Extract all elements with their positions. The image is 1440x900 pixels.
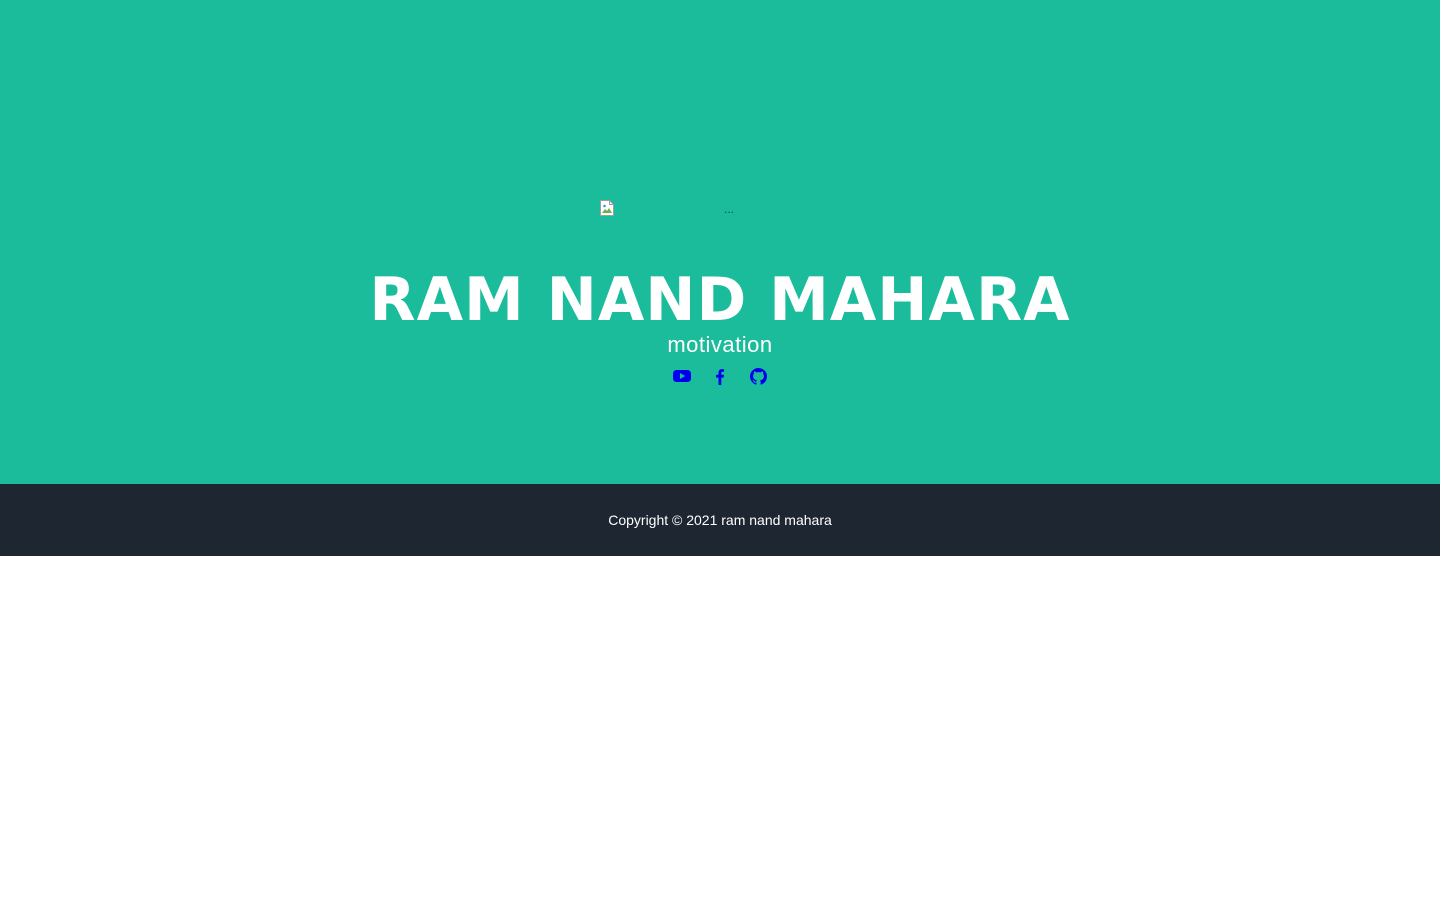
youtube-link[interactable]	[673, 367, 691, 385]
avatar-alt-text: ...	[724, 202, 735, 216]
masthead: ... RAM NAND MAHARA motivation	[0, 0, 1440, 484]
facebook-icon	[716, 368, 725, 385]
footer: Copyright © 2021 ram nand mahara	[0, 484, 1440, 556]
broken-image-icon	[600, 200, 614, 216]
copyright-text: Copyright © 2021 ram nand mahara	[608, 512, 832, 528]
social-links	[0, 366, 1440, 386]
avatar: ...	[600, 200, 856, 220]
facebook-link[interactable]	[711, 367, 729, 385]
github-icon	[749, 367, 767, 385]
page-subtitle: motivation	[667, 332, 773, 357]
github-link[interactable]	[749, 367, 767, 385]
youtube-icon	[673, 370, 691, 382]
